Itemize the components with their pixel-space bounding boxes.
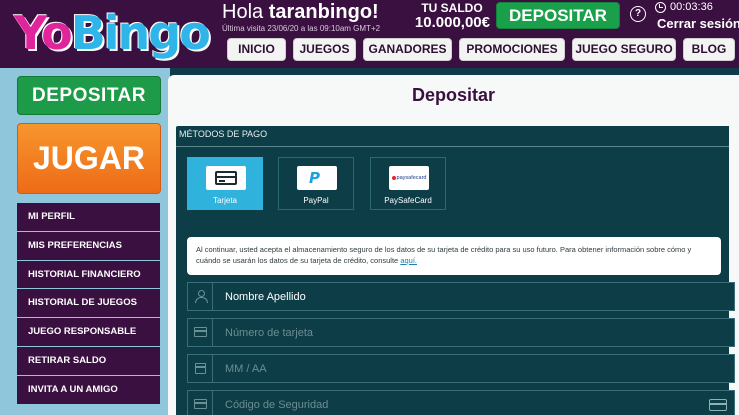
account-menu: MI PERFIL MIS PREFERENCIAS HISTORIAL FIN… — [17, 203, 160, 405]
yobingo-logo[interactable]: YoBingo — [14, 2, 211, 64]
divider — [176, 146, 729, 147]
method-label: Tarjeta — [212, 196, 237, 205]
user-icon — [195, 290, 208, 303]
field-icon-cell — [188, 283, 213, 310]
help-icon[interactable]: ? — [630, 6, 646, 22]
method-paysafecard[interactable]: paysafecard PaySafeCard — [370, 157, 446, 210]
calendar-icon — [195, 363, 206, 374]
header-deposit-button[interactable]: DEPOSITAR — [496, 2, 620, 29]
page-title: Depositar — [411, 85, 496, 105]
nav-item-blog[interactable]: BLOG — [683, 38, 735, 61]
menu-item-historial-financiero[interactable]: HISTORIAL FINANCIERO — [17, 260, 160, 290]
play-button[interactable]: JUGAR — [17, 123, 161, 194]
paysafecard-icon: paysafecard — [389, 166, 429, 190]
notice-text: Al continuar, usted acepta el almacenami… — [196, 245, 692, 265]
menu-item-juego-responsable[interactable]: JUEGO RESPONSABLE — [17, 318, 160, 347]
nav-item-promociones[interactable]: PROMOCIONES — [459, 38, 565, 61]
method-label: PayPal — [303, 196, 329, 205]
menu-item-invita-amigo[interactable]: INVITA A UN AMIGO — [17, 375, 160, 405]
sidebar: DEPOSITAR JUGAR MI PERFIL MIS PREFERENCI… — [0, 68, 170, 415]
payment-methods-box: MÉTODOS DE PAGO Tarjeta P PayPal paysafe… — [176, 126, 735, 415]
expiry-input[interactable] — [225, 355, 705, 382]
menu-item-mi-perfil[interactable]: MI PERFIL — [17, 203, 160, 232]
notice-link[interactable]: aquí. — [400, 256, 417, 265]
balance-label: TU SALDO — [421, 1, 483, 15]
nav-item-ganadores[interactable]: GANADORES — [363, 38, 452, 61]
greeting-prefix: Hola — [222, 1, 264, 23]
cvv-field[interactable] — [187, 390, 735, 415]
main-nav: INICIO JUEGOS GANADORES PROMOCIONES JUEG… — [227, 38, 735, 61]
expiry-field[interactable] — [187, 354, 735, 383]
method-paypal[interactable]: P PayPal — [278, 157, 354, 210]
card-number-field[interactable] — [187, 318, 735, 347]
credit-card-icon — [206, 166, 246, 190]
cvv-input[interactable] — [225, 391, 705, 415]
header: YoBingo Hola taranbingo! Última visita 2… — [0, 0, 739, 68]
menu-item-historial-juegos[interactable]: HISTORIAL DE JUEGOS — [17, 289, 160, 319]
credit-card-icon — [194, 399, 207, 409]
cardholder-name-input[interactable] — [225, 283, 705, 310]
menu-item-mis-preferencias[interactable]: MIS PREFERENCIAS — [17, 231, 160, 261]
deposit-panel: Depositar MÉTODOS DE PAGO Tarjeta P PayP… — [168, 75, 739, 415]
clock-icon — [655, 2, 666, 13]
card-number-input[interactable] — [225, 319, 705, 346]
balance-value: 10.000,00€ — [414, 14, 490, 31]
last-visit-text: Última visita 23/06/20 a las 09:10am GMT… — [222, 24, 381, 33]
username: taranbingo! — [268, 1, 379, 23]
sidebar-deposit-button[interactable]: DEPOSITAR — [17, 76, 161, 115]
menu-item-retirar-saldo[interactable]: RETIRAR SALDO — [17, 346, 160, 376]
nav-item-inicio[interactable]: INICIO — [227, 38, 286, 61]
session-timer: 00:03:36 — [670, 1, 713, 13]
credit-card-icon — [194, 327, 207, 337]
nav-item-juegos[interactable]: JUEGOS — [293, 38, 356, 61]
card-storage-notice: Al continuar, usted acepta el almacenami… — [187, 237, 721, 275]
cvv-card-icon — [709, 399, 727, 411]
logout-link[interactable]: Cerrar sesión — [657, 16, 739, 31]
method-label: PaySafeCard — [384, 196, 432, 205]
nav-item-juego-seguro[interactable]: JUEGO SEGURO — [572, 38, 676, 61]
paypal-icon: P — [297, 166, 337, 190]
greeting: Hola taranbingo! — [222, 1, 379, 24]
method-tarjeta[interactable]: Tarjeta — [187, 157, 263, 210]
field-icon-cell — [188, 355, 213, 382]
field-icon-cell — [188, 391, 213, 415]
field-icon-cell — [188, 319, 213, 346]
payment-methods-title: MÉTODOS DE PAGO — [179, 129, 268, 139]
name-field[interactable] — [187, 282, 735, 311]
